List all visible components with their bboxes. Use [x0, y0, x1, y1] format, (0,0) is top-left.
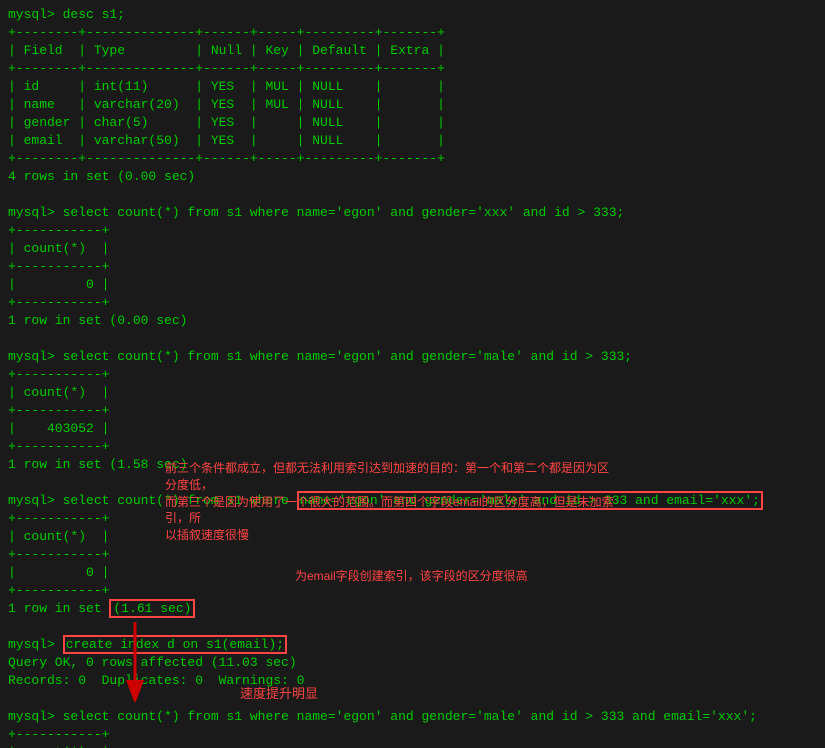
- line-23: +-----------+: [8, 438, 817, 456]
- line-34: Records: 0 Duplicates: 0 Warnings: 0: [8, 672, 817, 690]
- line-24: 1 row in set (1.58 sec): [8, 456, 817, 474]
- line-7: | gender | char(5) | YES | | NULL | |: [8, 114, 817, 132]
- line-blank-5: [8, 690, 817, 708]
- line-20: | count(*) |: [8, 384, 817, 402]
- line-9: +--------+--------------+------+-----+--…: [8, 150, 817, 168]
- line-32: mysql> create index d on s1(email);: [8, 636, 817, 654]
- line-13: | count(*) |: [8, 240, 817, 258]
- line-12: +-----------+: [8, 222, 817, 240]
- line-8: | email | varchar(50) | YES | | NULL | |: [8, 132, 817, 150]
- line-33: Query OK, 0 rows affected (11.03 sec): [8, 654, 817, 672]
- line-2: +--------+--------------+------+-----+--…: [8, 24, 817, 42]
- line-10: 4 rows in set (0.00 sec): [8, 168, 817, 186]
- line-6: | name | varchar(20) | YES | MUL | NULL …: [8, 96, 817, 114]
- line-37: | count(*) |: [8, 744, 817, 748]
- line-17: 1 row in set (0.00 sec): [8, 312, 817, 330]
- line-blank-2: [8, 330, 817, 348]
- line-27: | count(*) |: [8, 528, 817, 546]
- line-5: | id | int(11) | YES | MUL | NULL | |: [8, 78, 817, 96]
- line-blank-3: [8, 474, 817, 492]
- line-31: 1 row in set (1.61 sec): [8, 600, 817, 618]
- line-3: | Field | Type | Null | Key | Default | …: [8, 42, 817, 60]
- line-29: | 0 |: [8, 564, 817, 582]
- line-4: +--------+--------------+------+-----+--…: [8, 60, 817, 78]
- line-14: +-----------+: [8, 258, 817, 276]
- line-1: mysql> desc s1;: [8, 6, 817, 24]
- line-11: mysql> select count(*) from s1 where nam…: [8, 204, 817, 222]
- line-15: | 0 |: [8, 276, 817, 294]
- line-22: | 403052 |: [8, 420, 817, 438]
- line-blank-1: [8, 186, 817, 204]
- line-36: +-----------+: [8, 726, 817, 744]
- line-25: mysql> select count(*) from s1 where nam…: [8, 492, 817, 510]
- line-blank-4: [8, 618, 817, 636]
- line-18: mysql> select count(*) from s1 where nam…: [8, 348, 817, 366]
- line-35: mysql> select count(*) from s1 where nam…: [8, 708, 817, 726]
- line-28: +-----------+: [8, 546, 817, 564]
- line-30: +-----------+: [8, 582, 817, 600]
- line-26: +-----------+: [8, 510, 817, 528]
- line-16: +-----------+: [8, 294, 817, 312]
- line-19: +-----------+: [8, 366, 817, 384]
- terminal: mysql> desc s1; +--------+--------------…: [0, 0, 825, 748]
- line-21: +-----------+: [8, 402, 817, 420]
